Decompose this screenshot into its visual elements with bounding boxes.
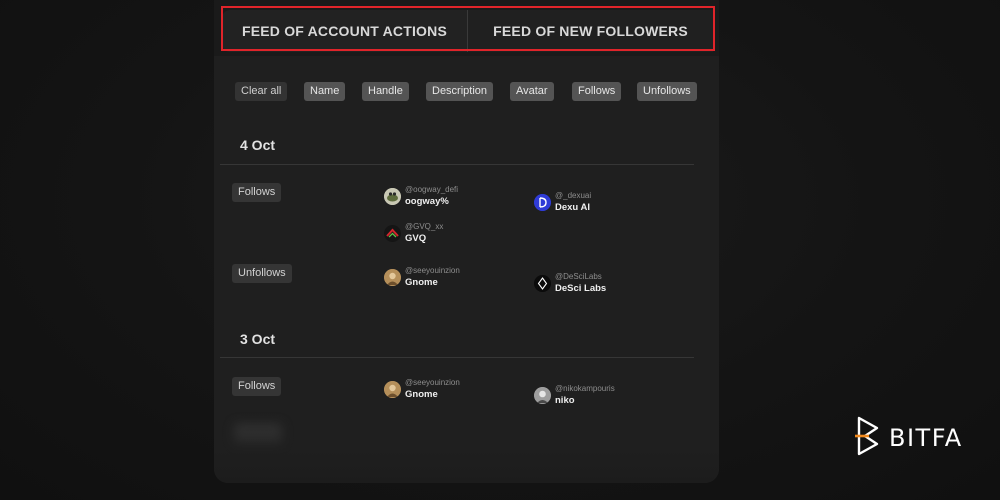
user-entry[interactable]: @oogway_defi oogway% xyxy=(384,184,458,208)
user-name: GVQ xyxy=(405,232,427,244)
date-heading: 4 Oct xyxy=(240,137,276,153)
gvq-logo-icon xyxy=(384,224,401,242)
action-tag-unfollows: Unfollows xyxy=(232,264,292,283)
user-handle: @nikokampouris xyxy=(555,383,615,393)
filter-chip-description[interactable]: Description xyxy=(426,82,494,101)
user-entry[interactable]: @_dexuai Dexu AI xyxy=(534,190,591,214)
user-entry[interactable]: @GVQ_xx GVQ xyxy=(384,221,443,245)
action-tag-follows: Follows xyxy=(232,183,282,202)
desci-logo-icon xyxy=(534,274,551,292)
turtle-avatar-icon xyxy=(384,187,401,205)
filter-chip-name[interactable]: Name xyxy=(304,82,346,101)
user-handle: @GVQ_xx xyxy=(405,221,444,231)
user-name: Dexu AI xyxy=(555,201,591,213)
user-handle: @oogway_defi xyxy=(405,184,459,194)
user-name: Gnome xyxy=(405,276,438,288)
gnome-avatar-icon xyxy=(384,380,401,398)
action-tag-follows: Follows xyxy=(232,377,282,396)
bitfa-watermark: BITFA xyxy=(855,416,963,460)
gnome-avatar-icon xyxy=(384,268,401,286)
user-name: niko xyxy=(555,394,575,406)
tab-account-actions[interactable]: FEED OF ACCOUNT ACTIONS xyxy=(222,10,468,52)
filter-chip-avatar[interactable]: Avatar xyxy=(510,82,554,101)
brand-name: BITFA xyxy=(889,424,963,452)
date-heading: 3 Oct xyxy=(240,331,276,347)
filter-chip-follows[interactable]: Follows xyxy=(572,82,622,101)
filter-chip-handle[interactable]: Handle xyxy=(362,82,409,101)
user-name: Gnome xyxy=(405,388,438,400)
feed-panel: FEED OF ACCOUNT ACTIONS FEED OF NEW FOLL… xyxy=(214,0,719,483)
tab-new-followers[interactable]: FEED OF NEW FOLLOWERS xyxy=(468,10,713,52)
screenshot-stage: FEED OF ACCOUNT ACTIONS FEED OF NEW FOLL… xyxy=(0,0,1000,500)
user-name: oogway% xyxy=(405,195,449,207)
user-entry[interactable]: @seeyouinzion Gnome xyxy=(384,377,460,401)
user-handle: @DeSciLabs xyxy=(555,271,602,281)
blurred-action-tag xyxy=(234,424,282,444)
user-entry[interactable]: @nikokampouris niko xyxy=(534,383,615,407)
filter-chip-unfollows[interactable]: Unfollows xyxy=(637,82,697,101)
user-entry[interactable]: @seeyouinzion Gnome xyxy=(384,265,460,289)
bitfa-logo-icon xyxy=(855,416,883,461)
niko-avatar-icon xyxy=(534,386,551,404)
section-divider xyxy=(220,357,694,358)
section-divider xyxy=(220,164,694,165)
feed-tabs: FEED OF ACCOUNT ACTIONS FEED OF NEW FOLL… xyxy=(214,0,719,56)
user-entry[interactable]: @DeSciLabs DeSci Labs xyxy=(534,271,606,295)
user-handle: @seeyouinzion xyxy=(405,377,460,387)
bottom-fade-overlay xyxy=(214,400,719,483)
user-handle: @seeyouinzion xyxy=(405,265,460,275)
clear-all-button[interactable]: Clear all xyxy=(235,82,288,101)
user-name: DeSci Labs xyxy=(555,282,607,294)
dexu-logo-icon xyxy=(534,193,551,211)
user-handle: @_dexuai xyxy=(555,190,592,200)
filter-bar: Clear all Name Handle Description Avatar… xyxy=(214,82,719,102)
